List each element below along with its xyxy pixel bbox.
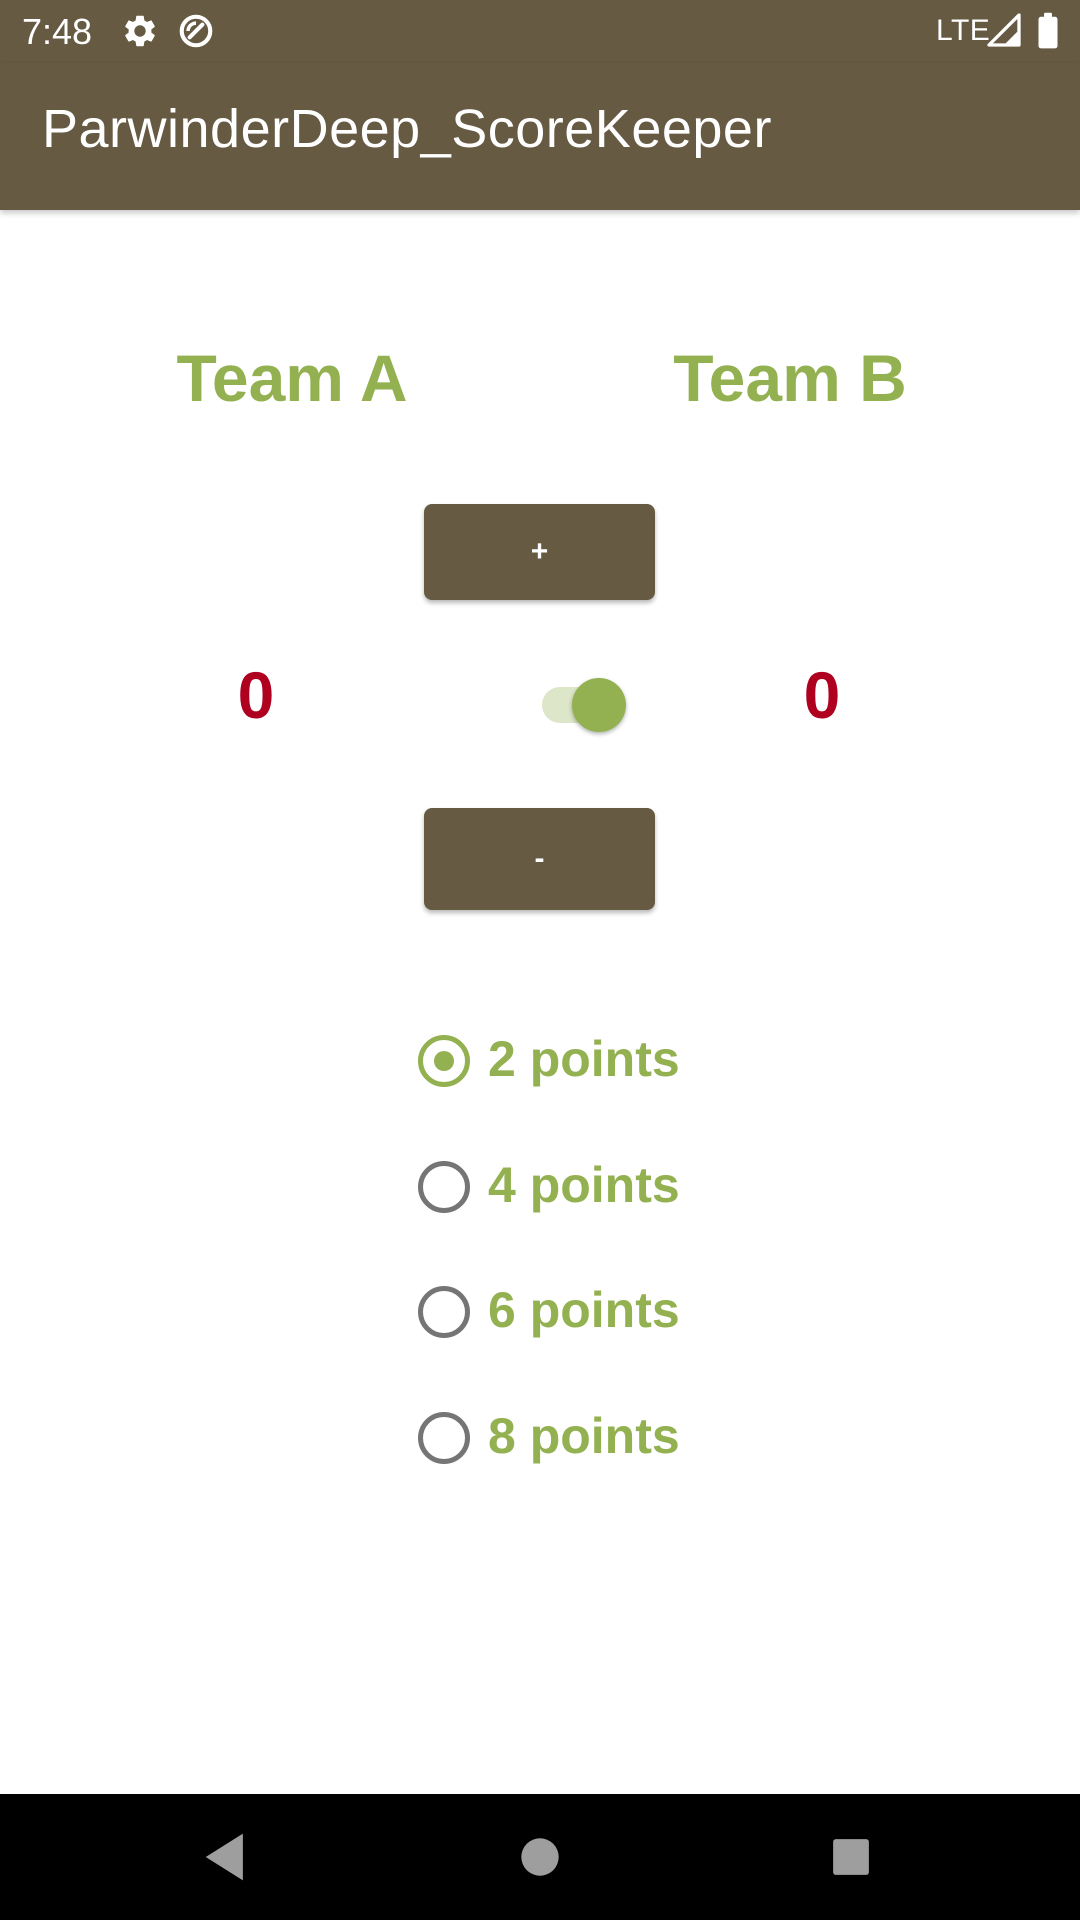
navigation-bar [0, 1794, 1080, 1920]
radio-button[interactable] [418, 1161, 470, 1213]
screen: 7:48 LTE ParwinderDeep_ScoreKeeper Team … [0, 0, 1080, 1920]
subtract-points-button[interactable]: - [424, 808, 655, 910]
add-points-button[interactable]: + [424, 504, 655, 600]
team-b-label: Team B [673, 341, 907, 415]
radio-label: 4 points [488, 1157, 680, 1213]
recents-icon[interactable] [818, 1824, 884, 1890]
back-icon[interactable] [192, 1824, 258, 1890]
status-time: 7:48 [22, 11, 93, 52]
settings-icon [121, 12, 159, 50]
team-a-label: Team A [176, 341, 408, 415]
switch-thumb [572, 678, 626, 732]
radio-button[interactable] [418, 1412, 470, 1464]
app-bar: ParwinderDeep_ScoreKeeper [0, 63, 1080, 210]
radio-2-points[interactable]: 2 points [418, 1016, 738, 1096]
team-a-score: 0 [237, 658, 275, 732]
status-bar: 7:48 LTE [0, 0, 1080, 63]
radio-label: 2 points [488, 1031, 680, 1087]
team-switch[interactable] [540, 678, 630, 734]
radio-button-checked[interactable] [418, 1035, 470, 1087]
radio-4-points[interactable]: 4 points [418, 1142, 738, 1222]
sync-disabled-icon [177, 12, 215, 50]
radio-6-points[interactable]: 6 points [418, 1267, 738, 1347]
radio-label: 8 points [488, 1408, 680, 1464]
radio-button[interactable] [418, 1286, 470, 1338]
team-b-score: 0 [803, 658, 841, 732]
network-type: LTE [936, 14, 991, 47]
radio-dot [434, 1051, 454, 1071]
home-icon[interactable] [507, 1824, 573, 1890]
battery-icon [1036, 12, 1074, 50]
radio-label: 6 points [488, 1282, 680, 1338]
signal-icon [986, 12, 1024, 50]
radio-8-points[interactable]: 8 points [418, 1393, 738, 1473]
app-title: ParwinderDeep_ScoreKeeper [42, 99, 772, 159]
